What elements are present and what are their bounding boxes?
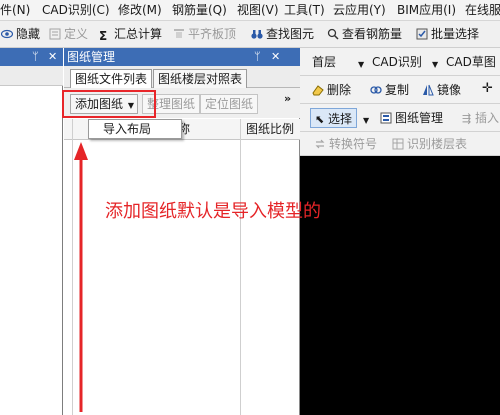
grid-column-divider — [240, 119, 241, 415]
drawing-manage-icon — [380, 112, 392, 124]
copy-button[interactable]: 复制 — [370, 83, 409, 97]
convert-symbol-label: 转换符号 — [329, 137, 378, 151]
right-toolbar-row-1: 首层 ▼ CAD识别 ▼ CAD草图 — [300, 48, 500, 76]
menu-tools[interactable]: 工具(T) — [284, 3, 325, 17]
cad-drawing-select[interactable]: CAD草图 — [446, 55, 496, 69]
close-icon[interactable]: ✕ — [48, 50, 57, 63]
toolbar-batch-select-button[interactable]: 批量选择 — [416, 27, 479, 41]
right-toolbar-row-3: ⬉ 选择 ▼ 图纸管理 ⇶ 插入 — [300, 104, 500, 132]
mirror-label: 镜像 — [437, 83, 462, 97]
annotation-text: 添加图纸默认是导入模型的 — [105, 201, 321, 222]
eraser-icon — [312, 85, 324, 96]
identify-floor-table-button[interactable]: 识别楼层表 — [392, 137, 467, 151]
drawing-canvas[interactable] — [300, 156, 500, 415]
cursor-arrow-icon: ⬉ — [315, 113, 325, 126]
toolbar-summary-button[interactable]: Σ 汇总计算 — [99, 27, 162, 42]
identify-floor-table-label: 识别楼层表 — [407, 137, 468, 151]
chevron-down-icon[interactable]: ▼ — [363, 114, 369, 128]
menu-online[interactable]: 在线服 — [465, 3, 500, 17]
add-drawing-dropdown: 导入布局 — [88, 119, 182, 139]
toolbar-batch-select-label: 批量选择 — [431, 27, 480, 41]
toolbar-define-label: 定义 — [64, 27, 89, 41]
left-panel-header: ᛘ ✕ — [0, 48, 63, 66]
mirror-button[interactable]: 镜像 — [422, 83, 461, 97]
locate-drawing-button[interactable]: 定位图纸 — [200, 94, 259, 114]
chevron-down-icon[interactable]: ▼ — [358, 58, 364, 72]
toolbar-define-button[interactable]: 定义 — [49, 27, 88, 41]
pin-icon[interactable]: ᛘ — [32, 50, 39, 63]
toolbar-align-top-button[interactable]: 平齐板顶 — [173, 27, 236, 41]
toolbar-view-rebar-label: 查看钢筋量 — [342, 27, 403, 41]
cad-identify-select[interactable]: CAD识别 — [372, 55, 422, 69]
drawing-manage-label: 图纸管理 — [395, 111, 444, 125]
toolbar-hide-label: 隐藏 — [16, 27, 41, 41]
copy-label: 复制 — [385, 83, 410, 97]
toolbar-find-label: 查找图元 — [266, 27, 315, 41]
tab-drawing-file-list[interactable]: 图纸文件列表 — [70, 69, 153, 89]
chevron-down-icon[interactable]: ▼ — [432, 58, 438, 72]
menu-modify[interactable]: 修改(M) — [118, 3, 162, 17]
copy-icon — [370, 86, 382, 94]
insert-icon: ⇶ — [462, 112, 472, 125]
menu-file[interactable]: 件(N) — [0, 3, 30, 17]
import-layout-menu-item[interactable]: 导入布局 — [103, 122, 151, 136]
menu-bim[interactable]: BIM应用(I) — [397, 3, 456, 17]
eye-icon — [1, 29, 13, 39]
identify-floor-table-icon — [392, 138, 404, 150]
toolbar-summary-label: 汇总计算 — [114, 27, 163, 41]
tab-drawing-floor-table[interactable]: 图纸楼层对照表 — [153, 69, 248, 88]
left-panel-subheader — [0, 66, 63, 86]
menu-view[interactable]: 视图(V) — [237, 3, 279, 17]
menu-cloud[interactable]: 云应用(Y) — [333, 3, 386, 17]
mirror-icon — [423, 84, 434, 96]
move-icon[interactable]: ✛ — [482, 82, 493, 96]
column-scale: 图纸比例 — [246, 122, 295, 136]
toolbar-find-button[interactable]: 查找图元 — [251, 27, 314, 41]
grid-column-divider — [72, 119, 73, 415]
select-label: 选择 — [328, 112, 353, 126]
main-toolbar: 隐藏 定义 Σ 汇总计算 平齐板顶 查找图元 查看钢筋量 批量选择 — [0, 21, 500, 48]
delete-label: 删除 — [327, 83, 352, 97]
left-panel: ᛘ ✕ — [0, 48, 63, 415]
delete-button[interactable]: 删除 — [312, 83, 351, 97]
view-rebar-icon — [327, 28, 339, 40]
drawing-panel-buttons: 添加图纸 ▼ 整理图纸 定位图纸 » — [62, 88, 300, 118]
right-toolbar-row-4: 转换符号 识别楼层表 — [300, 132, 500, 156]
sigma-icon: Σ — [99, 29, 108, 43]
highlight-box — [62, 90, 156, 118]
menu-bar: 件(N) CAD识别(C) 修改(M) 钢筋量(Q) 视图(V) 工具(T) 云… — [0, 0, 500, 21]
menu-rebar-quantity[interactable]: 钢筋量(Q) — [172, 3, 227, 17]
define-icon — [49, 28, 61, 40]
menu-cad-identify[interactable]: CAD识别(C) — [42, 3, 110, 17]
close-icon[interactable]: ✕ — [271, 50, 280, 63]
drawing-panel-title: 图纸管理 — [67, 50, 116, 64]
insert-label: 插入 — [475, 111, 500, 125]
batch-select-icon — [416, 28, 428, 40]
toolbar-hide-button[interactable]: 隐藏 — [1, 27, 40, 41]
select-button[interactable]: ⬉ 选择 — [310, 108, 358, 128]
drawing-panel-tabs: 图纸文件列表 图纸楼层对照表 — [64, 66, 300, 89]
find-binoculars-icon — [251, 30, 263, 39]
floor-select[interactable]: 首层 — [312, 55, 336, 69]
drawing-management-panel: 图纸管理 ᛘ ✕ 图纸文件列表 图纸楼层对照表 添加图纸 ▼ 整理图纸 定位图纸… — [62, 48, 300, 415]
convert-symbol-button[interactable]: 转换符号 — [314, 137, 377, 151]
pin-icon[interactable]: ᛘ — [254, 50, 261, 63]
insert-button[interactable]: ⇶ 插入 — [462, 111, 499, 126]
align-top-icon — [174, 29, 184, 38]
drawing-manage-button[interactable]: 图纸管理 — [380, 111, 443, 125]
drawing-panel-titlebar: 图纸管理 ᛘ ✕ — [64, 48, 300, 66]
right-toolbar-row-2: 删除 复制 镜像 ✛ — [300, 76, 500, 104]
right-panel: 首层 ▼ CAD识别 ▼ CAD草图 删除 复制 镜像 ✛ ⬉ 选择 ▼ 图纸管… — [300, 48, 500, 415]
toolbar-view-rebar-button[interactable]: 查看钢筋量 — [327, 27, 402, 41]
more-icon[interactable]: » — [284, 92, 291, 105]
convert-symbol-icon — [315, 139, 325, 149]
toolbar-align-top-label: 平齐板顶 — [188, 27, 237, 41]
